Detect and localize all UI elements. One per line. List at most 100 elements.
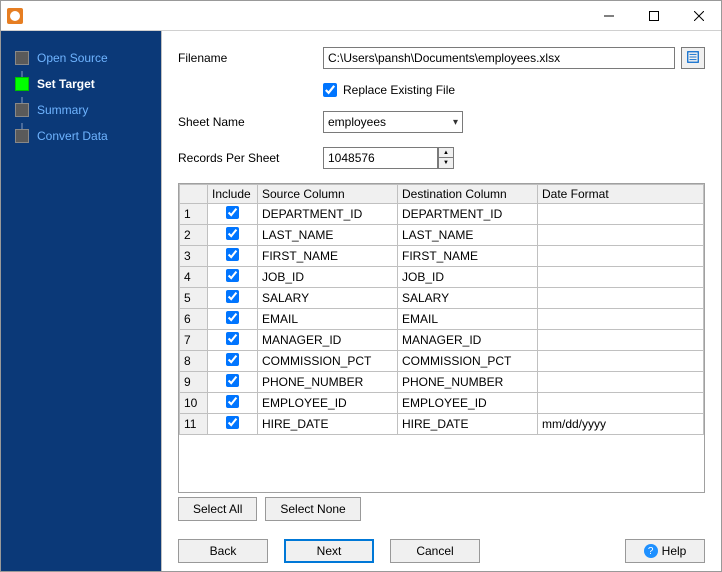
records-spin-up[interactable]: ▲: [438, 147, 454, 158]
header-source-column[interactable]: Source Column: [258, 185, 398, 204]
include-checkbox[interactable]: [226, 248, 239, 261]
include-checkbox[interactable]: [226, 353, 239, 366]
row-number: 4: [180, 267, 208, 288]
include-checkbox[interactable]: [226, 206, 239, 219]
table-row[interactable]: 10EMPLOYEE_IDEMPLOYEE_ID: [180, 393, 704, 414]
row-number: 6: [180, 309, 208, 330]
close-button[interactable]: [676, 1, 721, 31]
main-panel: Filename Replace Existing File Sheet Nam…: [161, 31, 721, 571]
date-format-cell[interactable]: [538, 309, 704, 330]
next-button[interactable]: Next: [284, 539, 374, 563]
destination-column-cell[interactable]: SALARY: [398, 288, 538, 309]
date-format-cell[interactable]: [538, 330, 704, 351]
destination-column-cell[interactable]: PHONE_NUMBER: [398, 372, 538, 393]
row-number: 1: [180, 204, 208, 225]
date-format-cell[interactable]: [538, 372, 704, 393]
back-button[interactable]: Back: [178, 539, 268, 563]
row-number: 11: [180, 414, 208, 435]
table-row[interactable]: 9PHONE_NUMBERPHONE_NUMBER: [180, 372, 704, 393]
wizard-step[interactable]: Summary: [1, 97, 161, 123]
include-checkbox[interactable]: [226, 395, 239, 408]
step-indicator-icon: [15, 77, 29, 91]
destination-column-cell[interactable]: EMAIL: [398, 309, 538, 330]
records-per-sheet-input[interactable]: [323, 147, 438, 169]
include-checkbox[interactable]: [226, 227, 239, 240]
source-column-cell[interactable]: PHONE_NUMBER: [258, 372, 398, 393]
include-checkbox[interactable]: [226, 332, 239, 345]
table-row[interactable]: 11HIRE_DATEHIRE_DATEmm/dd/yyyy: [180, 414, 704, 435]
wizard-window: Open SourceSet TargetSummaryConvert Data…: [0, 0, 722, 572]
date-format-cell[interactable]: [538, 246, 704, 267]
include-checkbox[interactable]: [226, 269, 239, 282]
step-indicator-icon: [15, 129, 29, 143]
select-none-button[interactable]: Select None: [265, 497, 360, 521]
source-column-cell[interactable]: HIRE_DATE: [258, 414, 398, 435]
table-row[interactable]: 5SALARYSALARY: [180, 288, 704, 309]
step-indicator-icon: [15, 103, 29, 117]
date-format-cell[interactable]: [538, 225, 704, 246]
header-date-format[interactable]: Date Format: [538, 185, 704, 204]
date-format-cell[interactable]: mm/dd/yyyy: [538, 414, 704, 435]
help-label: Help: [662, 544, 687, 558]
include-checkbox[interactable]: [226, 311, 239, 324]
sheet-name-select[interactable]: employees ▾: [323, 111, 463, 133]
replace-existing-label[interactable]: Replace Existing File: [343, 83, 455, 97]
step-indicator-icon: [15, 51, 29, 65]
table-row[interactable]: 8COMMISSION_PCTCOMMISSION_PCT: [180, 351, 704, 372]
source-column-cell[interactable]: SALARY: [258, 288, 398, 309]
table-row[interactable]: 1 DEPARTMENT_IDDEPARTMENT_ID: [180, 204, 704, 225]
date-format-cell[interactable]: [538, 288, 704, 309]
filename-input[interactable]: [323, 47, 675, 69]
header-destination-column[interactable]: Destination Column: [398, 185, 538, 204]
help-icon: ?: [644, 544, 658, 558]
source-column-cell[interactable]: FIRST_NAME: [258, 246, 398, 267]
row-number: 2: [180, 225, 208, 246]
destination-column-cell[interactable]: COMMISSION_PCT: [398, 351, 538, 372]
replace-existing-checkbox[interactable]: [323, 83, 337, 97]
source-column-cell[interactable]: JOB_ID: [258, 267, 398, 288]
include-checkbox[interactable]: [226, 374, 239, 387]
destination-column-cell[interactable]: JOB_ID: [398, 267, 538, 288]
source-column-cell[interactable]: COMMISSION_PCT: [258, 351, 398, 372]
records-per-sheet-label: Records Per Sheet: [178, 151, 323, 165]
source-column-cell[interactable]: MANAGER_ID: [258, 330, 398, 351]
destination-column-cell[interactable]: HIRE_DATE: [398, 414, 538, 435]
sheet-name-value: employees: [328, 115, 386, 129]
date-format-cell[interactable]: [538, 267, 704, 288]
select-all-button[interactable]: Select All: [178, 497, 257, 521]
header-include[interactable]: Include: [208, 185, 258, 204]
filename-label: Filename: [178, 51, 323, 65]
destination-column-cell[interactable]: EMPLOYEE_ID: [398, 393, 538, 414]
table-row[interactable]: 7MANAGER_IDMANAGER_ID: [180, 330, 704, 351]
include-checkbox[interactable]: [226, 416, 239, 429]
destination-column-cell[interactable]: LAST_NAME: [398, 225, 538, 246]
help-button[interactable]: ? Help: [625, 539, 705, 563]
date-format-cell[interactable]: [538, 204, 704, 225]
column-mapping-grid: Include Source Column Destination Column…: [178, 183, 705, 493]
table-row[interactable]: 4 JOB_IDJOB_ID: [180, 267, 704, 288]
include-checkbox[interactable]: [226, 290, 239, 303]
minimize-button[interactable]: [586, 1, 631, 31]
source-column-cell[interactable]: DEPARTMENT_ID: [258, 204, 398, 225]
wizard-steps-sidebar: Open SourceSet TargetSummaryConvert Data: [1, 31, 161, 571]
wizard-step[interactable]: Set Target: [1, 71, 161, 97]
destination-column-cell[interactable]: DEPARTMENT_ID: [398, 204, 538, 225]
cancel-button[interactable]: Cancel: [390, 539, 480, 563]
date-format-cell[interactable]: [538, 351, 704, 372]
table-row[interactable]: 3 FIRST_NAMEFIRST_NAME: [180, 246, 704, 267]
records-spin-down[interactable]: ▼: [438, 158, 454, 169]
source-column-cell[interactable]: LAST_NAME: [258, 225, 398, 246]
wizard-step[interactable]: Open Source: [1, 45, 161, 71]
source-column-cell[interactable]: EMAIL: [258, 309, 398, 330]
destination-column-cell[interactable]: MANAGER_ID: [398, 330, 538, 351]
row-number: 3: [180, 246, 208, 267]
table-row[interactable]: 2 LAST_NAMELAST_NAME: [180, 225, 704, 246]
source-column-cell[interactable]: EMPLOYEE_ID: [258, 393, 398, 414]
browse-button[interactable]: [681, 47, 705, 69]
wizard-step[interactable]: Convert Data: [1, 123, 161, 149]
destination-column-cell[interactable]: FIRST_NAME: [398, 246, 538, 267]
grid-header-row: Include Source Column Destination Column…: [180, 185, 704, 204]
maximize-button[interactable]: [631, 1, 676, 31]
date-format-cell[interactable]: [538, 393, 704, 414]
table-row[interactable]: 6 EMAILEMAIL: [180, 309, 704, 330]
